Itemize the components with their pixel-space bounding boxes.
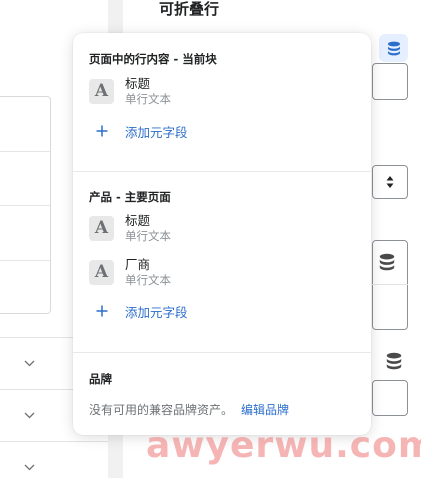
chevron-down-icon[interactable] [24, 464, 35, 471]
divider [372, 284, 408, 285]
field-option-title[interactable]: A 标题 单行文本 [89, 74, 355, 108]
select-arrows-icon [386, 176, 394, 188]
section-title: 页面中的行内容 - 当前块 [89, 52, 217, 66]
field-type: 单行文本 [125, 228, 171, 243]
chevron-down-icon[interactable] [24, 412, 35, 419]
add-metafield-label: 添加元字段 [125, 304, 188, 320]
table-row[interactable] [0, 152, 50, 206]
dynamic-source-button[interactable] [379, 34, 408, 62]
field-type: 单行文本 [125, 272, 171, 287]
chevron-down-icon[interactable] [24, 360, 35, 367]
field-name: 标题 [125, 212, 151, 228]
edit-brand-link[interactable]: 编辑品牌 [241, 401, 289, 418]
field-option-vendor[interactable]: A 厂商 单行文本 [89, 255, 355, 289]
dynamic-source-popover: 页面中的行内容 - 当前块 A 标题 单行文本 添加元字段 产品 - 主要页面 … [73, 33, 371, 435]
watermark: awyerwu.com [146, 425, 421, 466]
section-title: 产品 - 主要页面 [89, 190, 171, 204]
text-type-icon: A [89, 259, 114, 285]
database-icon[interactable] [378, 253, 396, 271]
field-text: 厂商 单行文本 [125, 257, 171, 288]
database-icon[interactable] [385, 352, 403, 370]
table-row[interactable] [0, 206, 50, 261]
field-name: 厂商 [125, 256, 151, 272]
add-metafield-label: 添加元字段 [125, 124, 188, 140]
section-heading: 可折叠行 [159, 0, 220, 18]
section-brand: 品牌 没有可用的兼容品牌资产。 编辑品牌 [73, 352, 371, 418]
background-table [0, 96, 51, 314]
field-text: 标题 单行文本 [125, 76, 171, 107]
plus-icon [89, 305, 114, 317]
plus-icon [89, 125, 114, 137]
field-text: 标题 单行文本 [125, 213, 171, 244]
section-current-block: 页面中的行内容 - 当前块 A 标题 单行文本 添加元字段 [73, 33, 371, 171]
database-icon [387, 41, 400, 55]
section-product: 产品 - 主要页面 A 标题 单行文本 A 厂商 单行文本 添加元字段 [73, 171, 371, 352]
brand-message-row: 没有可用的兼容品牌资产。 编辑品牌 [89, 401, 355, 418]
table-row[interactable] [0, 97, 50, 152]
section-title: 品牌 [89, 372, 112, 386]
field-name: 标题 [125, 75, 151, 91]
divider [0, 441, 108, 442]
add-metafield-button[interactable]: 添加元字段 [89, 120, 355, 142]
field-type: 单行文本 [125, 91, 171, 106]
text-type-icon: A [89, 215, 114, 241]
add-metafield-button[interactable]: 添加元字段 [89, 300, 355, 322]
text-type-icon: A [89, 78, 114, 104]
text-input[interactable] [372, 63, 408, 100]
field-option-title[interactable]: A 标题 单行文本 [89, 211, 355, 245]
text-input[interactable] [372, 380, 408, 416]
table-row[interactable] [0, 261, 50, 316]
brand-empty-message: 没有可用的兼容品牌资产。 [89, 402, 234, 417]
